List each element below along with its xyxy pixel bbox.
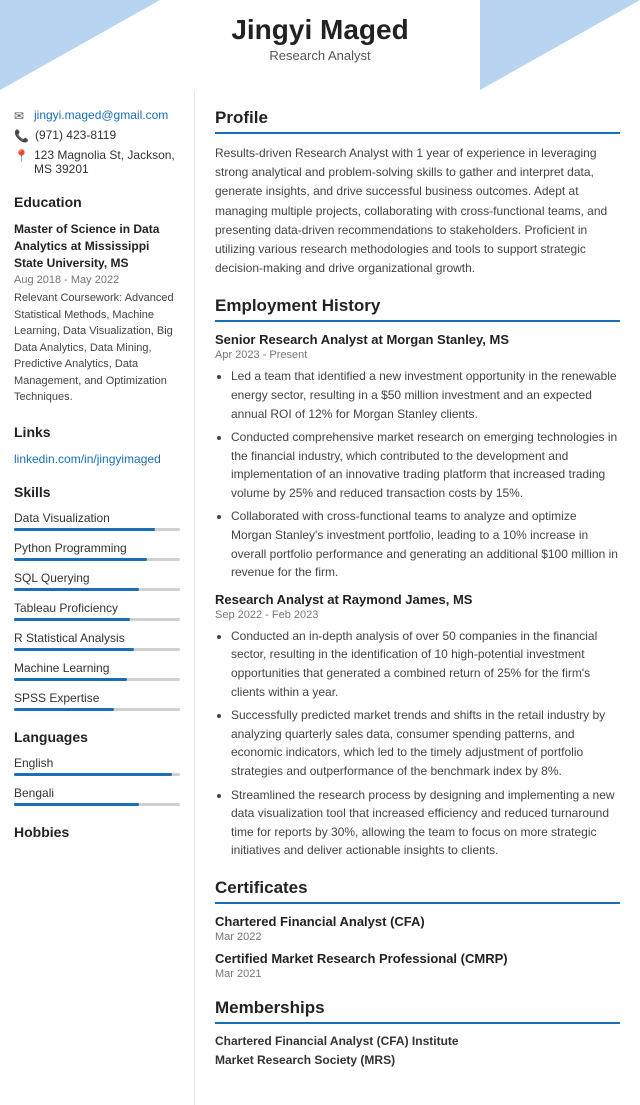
profile-section: Profile Results-driven Research Analyst … [215,108,620,278]
edu-coursework: Relevant Coursework: Advanced Statistica… [14,290,180,406]
cert-date-0: Mar 2022 [215,931,620,943]
skill-name: SQL Querying [14,571,180,585]
skill-bar-bg [14,588,180,591]
main-content: Profile Results-driven Research Analyst … [195,90,640,1105]
skill-data-visualization: Data Visualization [14,511,180,531]
location-icon: 📍 [14,149,28,163]
employment-heading: Employment History [215,296,620,322]
bullet-item: Conducted an in-depth analysis of over 5… [231,627,620,701]
membership-0: Chartered Financial Analyst (CFA) Instit… [215,1034,620,1048]
skill-sql: SQL Querying [14,571,180,591]
skill-spss: SPSS Expertise [14,691,180,711]
skill-name: SPSS Expertise [14,691,180,705]
profile-heading: Profile [215,108,620,134]
job-title-0: Senior Research Analyst at Morgan Stanle… [215,332,620,347]
skill-bar-fill [14,708,114,711]
certificates-section: Certificates Chartered Financial Analyst… [215,878,620,980]
email-link[interactable]: jingyi.maged@gmail.com [34,108,168,122]
cert-1: Certified Market Research Professional (… [215,951,620,980]
edu-dates: Aug 2018 - May 2022 [14,274,180,286]
candidate-name: Jingyi Maged [0,14,640,46]
language-bengali: Bengali [14,786,180,806]
job-title-1: Research Analyst at Raymond James, MS [215,592,620,607]
candidate-title: Research Analyst [0,48,640,63]
email-icon: ✉ [14,109,28,123]
contact-email: ✉ jingyi.maged@gmail.com [14,108,180,123]
links-section: Links linkedin.com/in/jingyimaged [14,424,180,466]
bullet-item: Successfully predicted market trends and… [231,706,620,780]
skill-name: Data Visualization [14,511,180,525]
skill-name: Python Programming [14,541,180,555]
bullet-item: Led a team that identified a new investm… [231,367,620,423]
membership-1: Market Research Society (MRS) [215,1053,620,1067]
hobbies-heading: Hobbies [14,824,180,840]
languages-section: Languages English Bengali [14,729,180,806]
skill-bar-bg [14,528,180,531]
links-heading: Links [14,424,180,443]
linkedin-link[interactable]: linkedin.com/in/jingyimaged [14,452,161,466]
skills-section: Skills Data Visualization Python Program… [14,484,180,711]
skill-bar-bg [14,708,180,711]
language-english: English [14,756,180,776]
bullet-item: Streamlined the research process by desi… [231,786,620,860]
skills-heading: Skills [14,484,180,503]
lang-bar-bg [14,803,180,806]
employment-section: Employment History Senior Research Analy… [215,296,620,860]
hobbies-section: Hobbies [14,824,180,840]
cert-name-0: Chartered Financial Analyst (CFA) [215,914,620,929]
skill-bar-fill [14,618,130,621]
language-name: English [14,756,180,770]
contact-address: 📍 123 Magnolia St, Jackson, MS 39201 [14,148,180,176]
job-1: Research Analyst at Raymond James, MS Se… [215,592,620,860]
skill-tableau: Tableau Proficiency [14,601,180,621]
main-layout: ✉ jingyi.maged@gmail.com 📞 (971) 423-811… [0,90,640,1105]
cert-0: Chartered Financial Analyst (CFA) Mar 20… [215,914,620,943]
skill-bar-bg [14,558,180,561]
phone-icon: 📞 [14,129,29,143]
skill-bar-bg [14,648,180,651]
job-dates-1: Sep 2022 - Feb 2023 [215,609,620,621]
skill-bar-fill [14,648,134,651]
memberships-section: Memberships Chartered Financial Analyst … [215,998,620,1067]
edu-degree: Master of Science in Data Analytics at M… [14,221,180,271]
skill-bar-fill [14,558,147,561]
profile-text: Results-driven Research Analyst with 1 y… [215,144,620,278]
phone-number: (971) 423-8119 [35,128,116,142]
header-content: Jingyi Maged Research Analyst [0,0,640,63]
lang-bar-fill [14,803,139,806]
education-heading: Education [14,194,180,213]
skill-bar-fill [14,678,127,681]
lang-bar-fill [14,773,172,776]
languages-heading: Languages [14,729,180,748]
skill-python: Python Programming [14,541,180,561]
skill-bar-bg [14,678,180,681]
contact-phone: 📞 (971) 423-8119 [14,128,180,143]
skill-bar-fill [14,588,139,591]
skill-name: Tableau Proficiency [14,601,180,615]
language-name: Bengali [14,786,180,800]
contact-section: ✉ jingyi.maged@gmail.com 📞 (971) 423-811… [14,108,180,176]
education-section: Education Master of Science in Data Anal… [14,194,180,406]
skill-bar-fill [14,528,155,531]
sidebar: ✉ jingyi.maged@gmail.com 📞 (971) 423-811… [0,90,195,1105]
linkedin-link-item: linkedin.com/in/jingyimaged [14,451,180,466]
job-bullets-1: Conducted an in-depth analysis of over 5… [215,627,620,860]
cert-name-1: Certified Market Research Professional (… [215,951,620,966]
skill-bar-bg [14,618,180,621]
skill-name: Machine Learning [14,661,180,675]
skill-ml: Machine Learning [14,661,180,681]
job-0: Senior Research Analyst at Morgan Stanle… [215,332,620,582]
header: Jingyi Maged Research Analyst [0,0,640,90]
skill-name: R Statistical Analysis [14,631,180,645]
lang-bar-bg [14,773,180,776]
cert-date-1: Mar 2021 [215,968,620,980]
skill-r: R Statistical Analysis [14,631,180,651]
bullet-item: Conducted comprehensive market research … [231,428,620,502]
job-bullets-0: Led a team that identified a new investm… [215,367,620,582]
certificates-heading: Certificates [215,878,620,904]
address-text: 123 Magnolia St, Jackson, MS 39201 [34,148,180,176]
memberships-heading: Memberships [215,998,620,1024]
bullet-item: Collaborated with cross-functional teams… [231,507,620,581]
job-dates-0: Apr 2023 - Present [215,349,620,361]
